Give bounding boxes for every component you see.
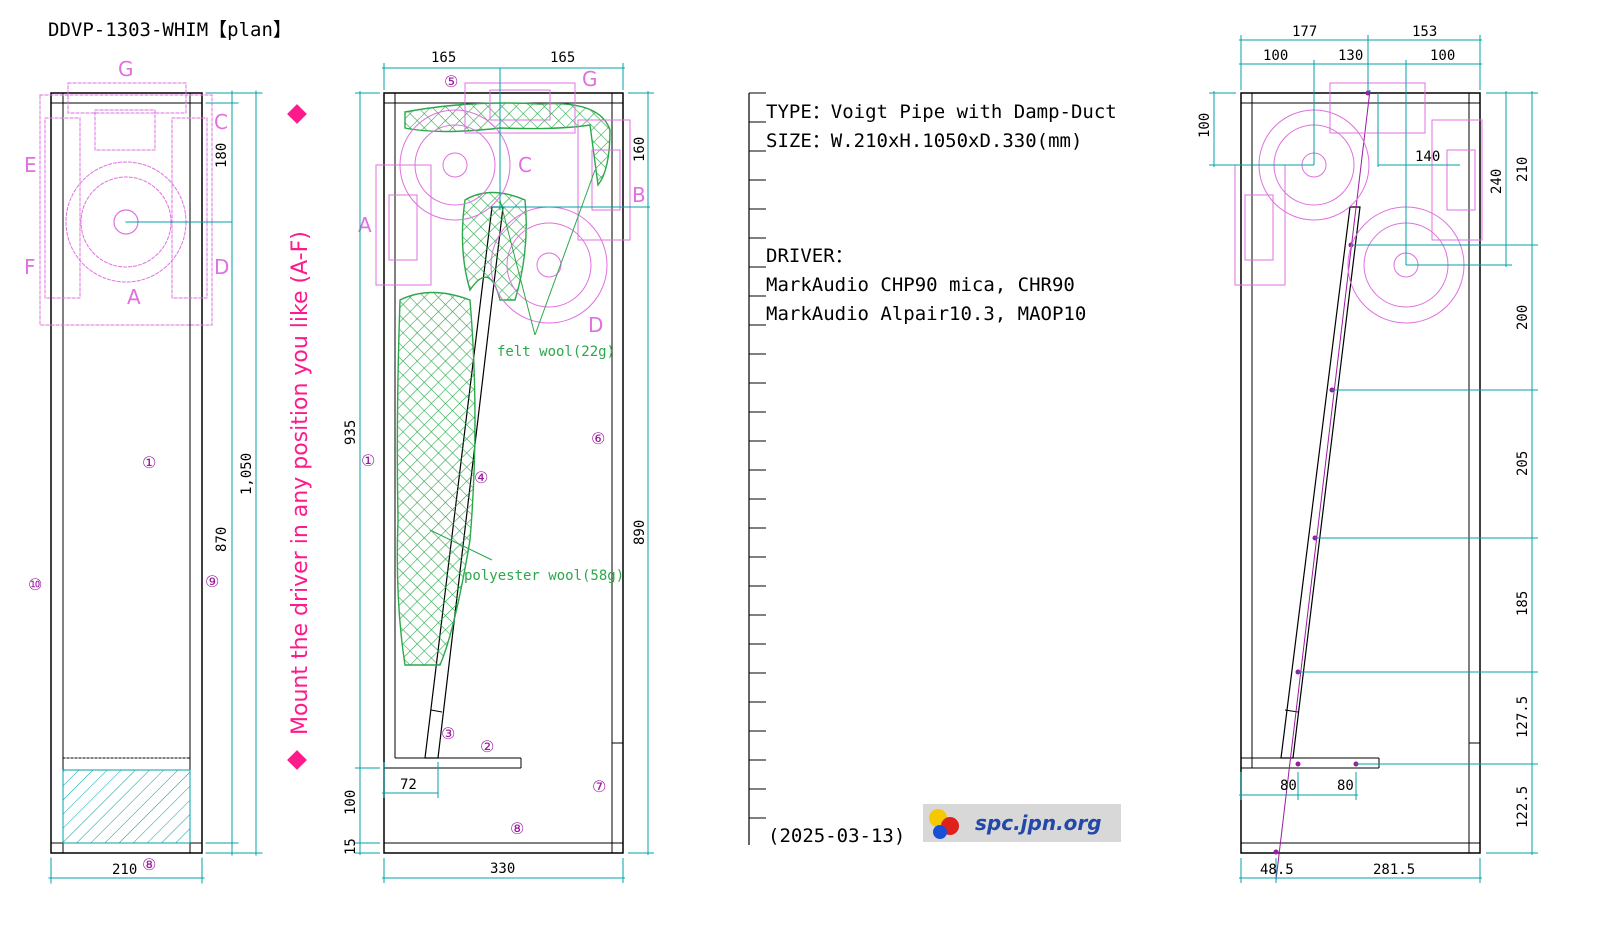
diamond-top xyxy=(287,104,307,124)
logo-mark-blue xyxy=(933,825,947,839)
side-part-8: ⑧ xyxy=(510,819,524,838)
spec-date: (2025-03-13) xyxy=(768,825,905,847)
side-section-view: A B C D G ⑤ ① ④ ⑥ ③ ② ⑦ ⑧ felt wool(22g)… xyxy=(343,50,654,883)
side-part-6: ⑥ xyxy=(591,429,605,448)
front-dim-height: 1,050 xyxy=(239,453,255,495)
front-label-f: F xyxy=(24,255,36,279)
detail-dim-left-100: 100 xyxy=(1197,113,1213,138)
drawing-title: DDVP-1303-WHIM【plan】 xyxy=(48,19,292,41)
felt-wool-top xyxy=(404,102,611,187)
side-dim-15: 15 xyxy=(343,838,359,855)
side-dim-160: 160 xyxy=(632,137,648,162)
detail-dim-127: 127.5 xyxy=(1515,696,1531,738)
side-dim-w-right: 165 xyxy=(550,50,575,66)
side-dim-w-left: 165 xyxy=(431,50,456,66)
detail-dim-100b: 100 xyxy=(1430,48,1455,64)
detail-dim-281: 281.5 xyxy=(1373,862,1415,878)
front-label-c: C xyxy=(214,110,228,134)
front-dim-width: 210 xyxy=(112,862,137,878)
front-view: G C E F D A ① ⑩ ⑨ ⑧ 210 1,050 870 180 xyxy=(24,57,263,884)
front-dim-inner: 870 xyxy=(214,527,230,552)
side-part-2: ② xyxy=(480,737,494,756)
side-part-7: ⑦ xyxy=(592,777,606,796)
polyester-wool-label: polyester wool(58g) xyxy=(464,568,624,584)
side-part-4: ④ xyxy=(474,468,488,487)
side-dim-h-left: 935 xyxy=(343,420,359,445)
side-part-3: ③ xyxy=(441,724,455,743)
detail-dimensions xyxy=(1209,35,1538,883)
spec-driver-2: MarkAudio Alpair10.3, MAOP10 xyxy=(766,303,1086,325)
spec-type: TYPE：Voigt Pipe with Damp-Duct xyxy=(766,101,1117,123)
side-dim-72: 72 xyxy=(400,777,417,793)
side-part-1: ① xyxy=(361,451,375,470)
side-label-b: B xyxy=(632,183,646,207)
detail-section-view: 177 153 100 130 100 100 140 240 210 200 … xyxy=(1197,24,1538,883)
detail-dim-80a: 80 xyxy=(1280,778,1297,794)
front-label-d: D xyxy=(214,255,229,279)
front-part-1: ① xyxy=(142,453,156,472)
detail-dim-185: 185 xyxy=(1515,591,1531,616)
detail-dim-80b: 80 xyxy=(1337,778,1354,794)
felt-wool-label: felt wool(22g) xyxy=(497,344,615,360)
spec-driver-heading: DRIVER： xyxy=(766,245,854,267)
detail-dim-177: 177 xyxy=(1292,24,1317,40)
detail-dim-48: 48.5 xyxy=(1260,862,1294,878)
detail-dim-200: 200 xyxy=(1515,305,1531,330)
front-label-g: G xyxy=(118,57,134,81)
spec-driver-1: MarkAudio CHP90 mica, CHR90 xyxy=(766,274,1075,296)
detail-dim-240: 240 xyxy=(1489,169,1505,194)
side-dim-h-right: 890 xyxy=(632,520,648,545)
spec-size: SIZE：W.210xH.1050xD.330(mm) xyxy=(766,130,1082,152)
detail-dim-210: 210 xyxy=(1515,157,1531,182)
front-part-10: ⑩ xyxy=(28,575,42,594)
detail-dim-205: 205 xyxy=(1515,451,1531,476)
detail-dim-122: 122.5 xyxy=(1515,786,1531,828)
side-dim-100: 100 xyxy=(343,790,359,815)
front-cabinet-outline xyxy=(50,92,203,854)
speaker-plan-drawing: DDVP-1303-WHIM【plan】 G C E F D A ① ⑩ ⑨ ⑧… xyxy=(24,19,1538,884)
front-hatched-base xyxy=(62,769,191,844)
detail-dim-153: 153 xyxy=(1412,24,1437,40)
detail-dim-140: 140 xyxy=(1415,149,1440,165)
front-dimensions xyxy=(48,90,263,884)
diamond-bottom xyxy=(287,750,307,770)
spec-block: TYPE：Voigt Pipe with Damp-Duct SIZE：W.21… xyxy=(748,92,1121,847)
detail-drivers xyxy=(1234,82,1483,324)
side-dim-depth: 330 xyxy=(490,861,515,877)
side-part-5: ⑤ xyxy=(444,72,458,91)
logo-text: spc.jpn.org xyxy=(975,811,1102,835)
mount-instruction: Mount the driver in any position you lik… xyxy=(288,231,313,735)
front-label-e: E xyxy=(24,153,37,177)
front-driver-outlines xyxy=(39,82,213,326)
front-dim-top: 180 xyxy=(214,143,230,168)
front-part-9: ⑨ xyxy=(205,572,219,591)
detail-dim-100a: 100 xyxy=(1263,48,1288,64)
front-part-8: ⑧ xyxy=(142,855,156,874)
side-label-g: G xyxy=(582,67,598,91)
polyester-wool xyxy=(396,291,476,666)
side-label-d: D xyxy=(588,313,603,337)
side-label-c: C xyxy=(518,153,532,177)
detail-dim-130: 130 xyxy=(1338,48,1363,64)
front-label-a: A xyxy=(127,285,141,309)
